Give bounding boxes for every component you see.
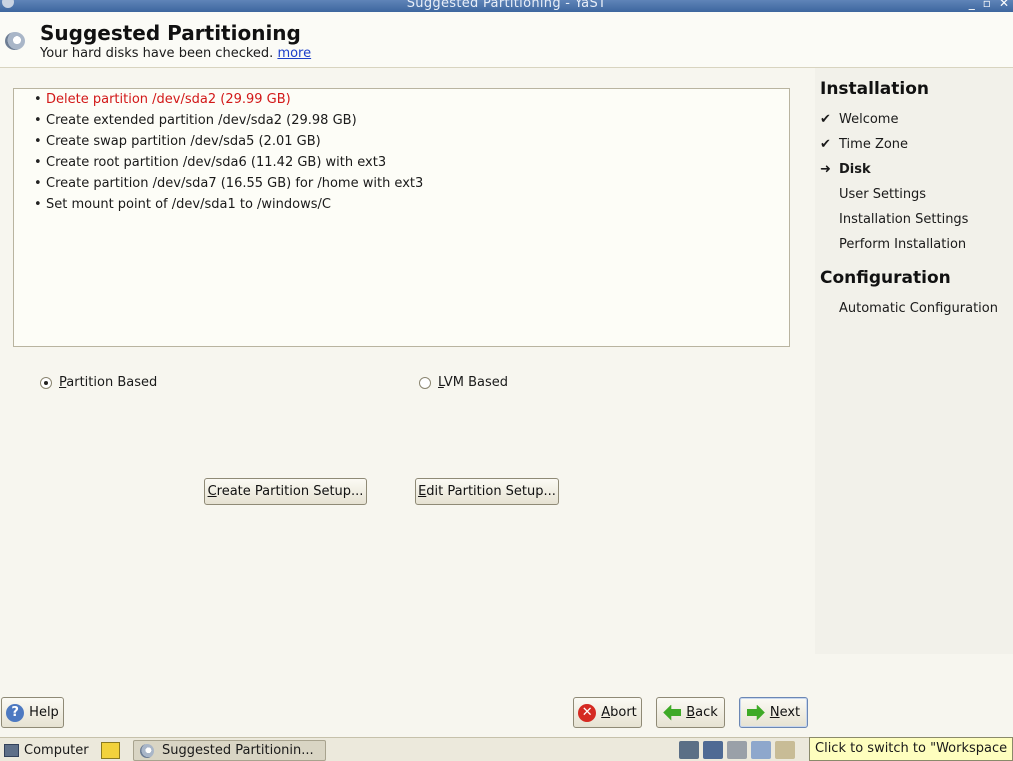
back-arrow-icon (663, 704, 682, 721)
more-link[interactable]: more (277, 46, 311, 61)
computer-menu[interactable]: Computer (4, 741, 89, 760)
back-button[interactable]: Back (656, 697, 725, 728)
window-controls: _ ▫ ✕ (969, 0, 1009, 10)
help-icon: ? (6, 703, 25, 722)
window-titlebar: Suggested Partitioning - YaST _ ▫ ✕ (0, 0, 1013, 12)
summary-item: Create extended partition /dev/sda2 (29.… (34, 111, 789, 132)
radio-unselected-indicator (419, 376, 431, 389)
summary-item: Create partition /dev/sda7 (16.55 GB) fo… (34, 174, 789, 195)
abort-icon: ✕ (578, 703, 597, 722)
installation-steps-sidebar: Installation ✔ Welcome ✔ Time Zone ➜ Disk U… (815, 68, 1013, 654)
partition-summary: Delete partition /dev/sda2 (29.99 GB) Cr… (13, 88, 790, 347)
network-icon[interactable] (703, 741, 723, 759)
display-icon[interactable] (679, 741, 699, 759)
next-button[interactable]: Next (739, 697, 808, 728)
installation-heading: Installation (820, 79, 930, 99)
minimize-icon[interactable]: _ (969, 0, 975, 10)
close-icon[interactable]: ✕ (999, 0, 1009, 10)
abort-label: Abort (601, 705, 637, 720)
step-automatic-configuration: Automatic Configuration (820, 299, 998, 319)
radio-selected-indicator (40, 376, 52, 389)
step-time-zone: ✔ Time Zone (820, 135, 908, 155)
step-disk: ➜ Disk (820, 160, 871, 180)
arrow-right-icon: ➜ (820, 162, 831, 177)
summary-item: Create root partition /dev/sda6 (11.42 G… (34, 153, 789, 174)
yast-task-icon (140, 743, 154, 758)
task-label: Suggested Partitionin... (162, 743, 314, 758)
help-label: Help (29, 705, 59, 720)
window-title: Suggested Partitioning - YaST (406, 0, 607, 11)
summary-item: Create swap partition /dev/sda5 (2.01 GB… (34, 132, 789, 153)
edit-partition-setup-label: Edit Partition Setup... (418, 484, 556, 499)
check-icon: ✔ (820, 112, 831, 127)
page-title: Suggested Partitioning (40, 21, 301, 45)
step-label: Installation Settings (839, 212, 969, 227)
step-label: Perform Installation (839, 237, 967, 252)
computer-icon (4, 744, 19, 757)
partition-based-label: Partition Based (59, 375, 158, 390)
step-welcome: ✔ Welcome (820, 110, 898, 130)
notes-launcher[interactable] (101, 741, 120, 760)
next-label: Next (769, 705, 801, 720)
maximize-icon[interactable]: ▫ (983, 0, 991, 10)
step-user-settings: User Settings (820, 185, 926, 205)
step-label: Automatic Configuration (839, 301, 998, 316)
back-label: Back (686, 705, 718, 720)
step-label: User Settings (839, 187, 927, 202)
edit-partition-setup-button[interactable]: Edit Partition Setup... (415, 478, 559, 505)
step-installation-settings: Installation Settings (820, 210, 968, 230)
taskbar-task-yast[interactable]: Suggested Partitionin... (133, 740, 326, 761)
step-label: Welcome (839, 112, 899, 127)
volume-icon[interactable] (727, 741, 747, 759)
page-header: Suggested Partitioning Your hard disks h… (0, 12, 1013, 68)
workspace-2-icon[interactable] (775, 741, 795, 759)
page-subtitle: Your hard disks have been checked. more (40, 46, 311, 61)
subtitle-text: Your hard disks have been checked. (40, 46, 274, 61)
summary-item-delete: Delete partition /dev/sda2 (29.99 GB) (34, 90, 789, 111)
check-icon: ✔ (820, 137, 831, 152)
workspace-1-icon[interactable] (751, 741, 771, 759)
step-perform-installation: Perform Installation (820, 235, 966, 255)
notes-icon (101, 742, 120, 759)
create-partition-setup-label: Create Partition Setup... (207, 484, 364, 499)
workspace-tooltip: Click to switch to "Workspace 2" (809, 737, 1013, 761)
step-label: Disk (839, 162, 871, 177)
abort-button[interactable]: ✕ Abort (573, 697, 642, 728)
disk-icon (5, 32, 25, 50)
system-tray (679, 741, 795, 760)
lvm-based-radio[interactable]: LVM Based (419, 375, 508, 390)
create-partition-setup-button[interactable]: Create Partition Setup... (204, 478, 367, 505)
computer-label: Computer (24, 743, 89, 758)
lvm-based-label: LVM Based (438, 375, 508, 390)
next-arrow-icon (746, 704, 765, 721)
configuration-heading: Configuration (820, 268, 951, 288)
summary-item: Set mount point of /dev/sda1 to /windows… (34, 195, 789, 216)
step-label: Time Zone (839, 137, 909, 152)
help-button[interactable]: ? Help (1, 697, 64, 728)
partition-based-radio[interactable]: Partition Based (40, 375, 157, 390)
